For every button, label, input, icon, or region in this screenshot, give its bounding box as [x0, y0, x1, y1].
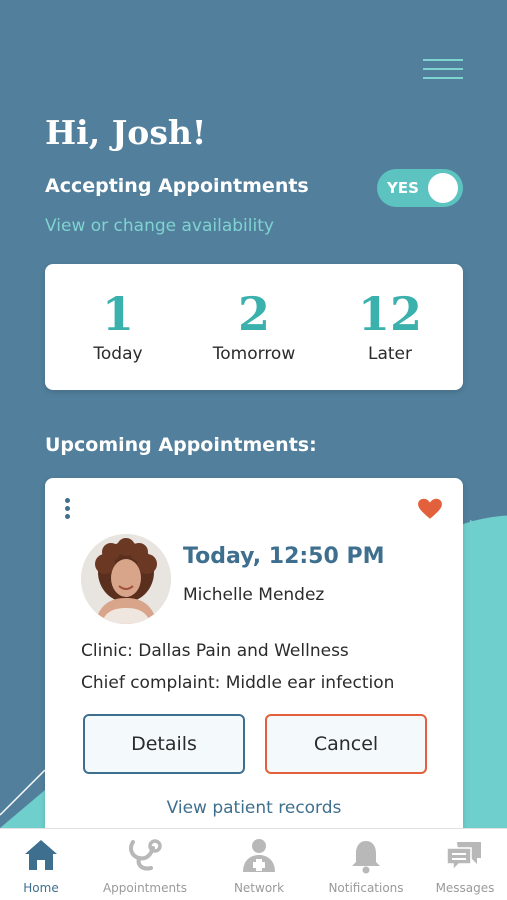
accepting-appointments-label: Accepting Appointments [45, 175, 309, 197]
toggle-knob [428, 173, 458, 203]
stat-later[interactable]: 12 Later [320, 286, 460, 364]
stat-tomorrow-count: 2 [237, 287, 270, 341]
home-icon [25, 840, 57, 870]
stat-tomorrow[interactable]: 2 Tomorrow [184, 286, 324, 364]
view-patient-records-link[interactable]: View patient records [45, 798, 463, 818]
tab-appointments-label: Appointments [102, 881, 188, 895]
cancel-button[interactable]: Cancel [265, 714, 427, 774]
appointment-stats-card: 1 Today 2 Tomorrow 12 Later [45, 264, 463, 390]
upcoming-appointments-title: Upcoming Appointments: [45, 434, 317, 456]
accepting-appointments-toggle[interactable]: YES [377, 169, 463, 207]
toggle-state-label: YES [387, 179, 419, 197]
bell-icon [352, 841, 380, 874]
appointment-card: Today, 12:50 PM Michelle Mendez Clinic: … [45, 478, 463, 838]
stat-later-count: 12 [357, 287, 422, 341]
network-icon [243, 839, 275, 872]
stat-today-count: 1 [101, 287, 134, 341]
tab-network[interactable]: Network [212, 829, 306, 900]
tab-messages[interactable]: Messages [424, 829, 506, 900]
patient-name: Michelle Mendez [183, 585, 325, 605]
greeting-title: Hi, Josh! [45, 113, 207, 152]
tab-home-label: Home [23, 881, 59, 895]
tab-home[interactable]: Home [0, 829, 82, 900]
tab-appointments[interactable]: Appointments [94, 829, 196, 900]
chat-icon [446, 842, 481, 872]
clinic-info: Clinic: Dallas Pain and Wellness [81, 641, 349, 661]
tab-messages-label: Messages [435, 881, 495, 895]
appointment-time: Today, 12:50 PM [183, 544, 385, 569]
heart-icon[interactable] [417, 496, 443, 522]
patient-photo [81, 534, 171, 624]
stethoscope-icon [129, 839, 162, 871]
hamburger-menu-icon[interactable] [423, 57, 465, 83]
stat-tomorrow-label: Tomorrow [212, 344, 296, 364]
stat-today[interactable]: 1 Today [48, 286, 188, 364]
availability-link[interactable]: View or change availability [45, 216, 274, 236]
details-button[interactable]: Details [83, 714, 245, 774]
tab-network-label: Network [233, 881, 285, 895]
stat-later-label: Later [367, 344, 412, 364]
stat-today-label: Today [93, 344, 143, 364]
tab-notifications-label: Notifications [328, 881, 404, 895]
chief-complaint: Chief complaint: Middle ear infection [81, 673, 395, 693]
tab-notifications[interactable]: Notifications [320, 829, 412, 900]
patient-avatar [81, 534, 171, 624]
bottom-tab-bar: Home Appointments Network Notifications [0, 828, 507, 900]
more-options-icon[interactable] [61, 498, 73, 522]
